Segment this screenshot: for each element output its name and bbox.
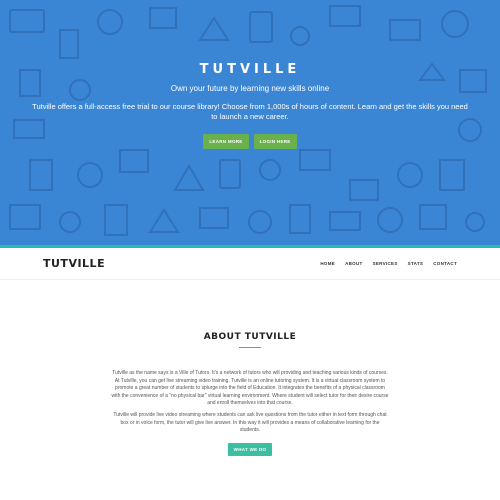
brand-logo[interactable]: TUTVILLE — [43, 257, 105, 270]
about-paragraph-1: Tutville as the name says is a Ville of … — [111, 370, 389, 407]
about-title-divider — [239, 347, 261, 348]
what-we-do-button[interactable]: WHAT WE DO — [227, 442, 273, 456]
nav-stats[interactable]: STATS — [408, 261, 424, 266]
hero-section: TUTVILLE Own your future by learning new… — [0, 0, 500, 245]
about-paragraph-2: Tutville will provide live video streami… — [113, 411, 387, 434]
nav-about[interactable]: ABOUT — [345, 261, 363, 266]
learn-more-button[interactable]: LEARN MORE — [203, 134, 249, 149]
hero-description: Tutville offers a full-access free trial… — [32, 102, 468, 121]
nav-home[interactable]: HOME — [320, 261, 335, 266]
login-button[interactable]: LOGIN HERE — [253, 134, 297, 149]
nav-contact[interactable]: CONTACT — [433, 261, 457, 266]
nav-links: HOME ABOUT SERVICES STATS CONTACT — [320, 261, 457, 266]
nav-services[interactable]: SERVICES — [373, 261, 398, 266]
hero-content: TUTVILLE Own your future by learning new… — [0, 62, 500, 149]
navbar: TUTVILLE HOME ABOUT SERVICES STATS CONTA… — [0, 248, 500, 280]
about-title: ABOUT TUTVILLE — [203, 332, 297, 342]
about-section: ABOUT TUTVILLE Tutville as the name says… — [0, 280, 500, 456]
hero-title: TUTVILLE — [199, 62, 301, 77]
hero-buttons: LEARN MORE LOGIN HERE — [0, 134, 500, 149]
hero-tagline: Own your future by learning new skills o… — [170, 84, 330, 93]
